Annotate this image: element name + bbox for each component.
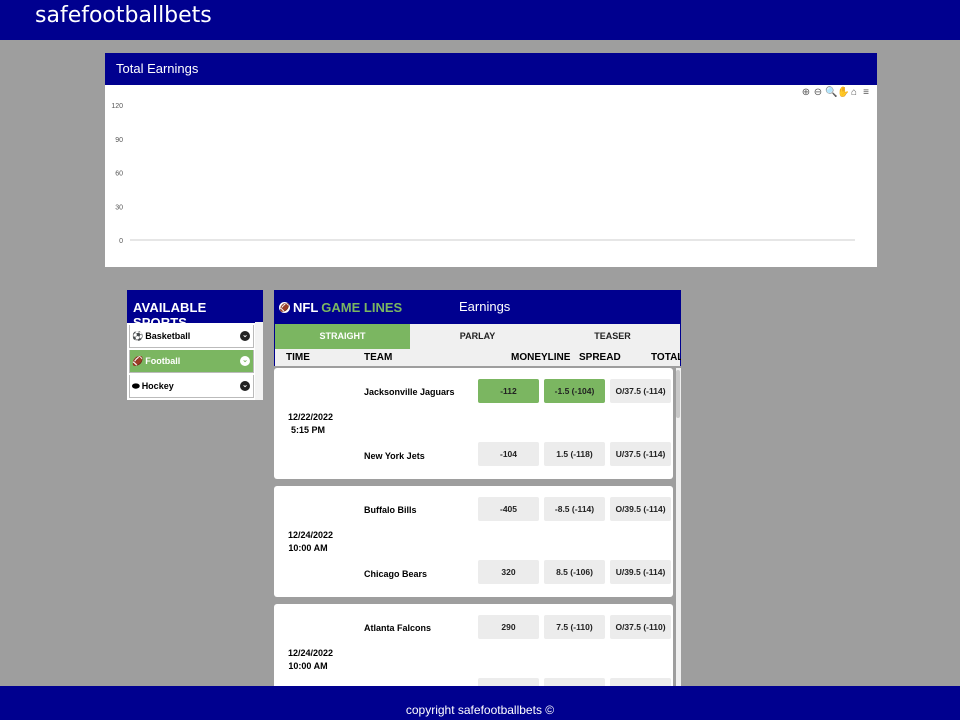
game-time: 5:15 PM bbox=[290, 425, 325, 435]
sport-label: Hockey bbox=[141, 381, 174, 391]
game-lines-header: 🏈 NFL GAME LINES Earnings bbox=[274, 290, 681, 324]
logo-suffix: GAME LINES bbox=[321, 300, 403, 315]
moneyline-button[interactable]: -112 bbox=[478, 379, 539, 403]
total-button[interactable]: O/37.5 (-110) bbox=[610, 615, 671, 639]
game-card: 12/24/2022 10:00 AM Buffalo Bills -405 -… bbox=[274, 486, 673, 597]
tab-parlay[interactable]: PARLAY bbox=[410, 324, 545, 349]
hockey-puck-icon: ⬬ bbox=[132, 380, 140, 391]
nfl-game-lines-panel: 🏈 NFL GAME LINES Earnings STRAIGHT PARLA… bbox=[274, 290, 681, 686]
sport-label: Football bbox=[145, 356, 181, 366]
logo-prefix: NFL bbox=[293, 300, 319, 315]
sport-item-football[interactable]: 🏈 Football ⌄ bbox=[129, 350, 254, 373]
column-headers: TIME TEAM MONEYLINE SPREAD TOTAL bbox=[274, 349, 681, 366]
team-name: Chicago Bears bbox=[364, 569, 428, 579]
y-tick-label: 90 bbox=[115, 137, 123, 144]
tab-straight[interactable]: STRAIGHT bbox=[275, 324, 410, 349]
tab-teaser[interactable]: TEASER bbox=[545, 324, 680, 349]
game-card: 12/22/2022 5:15 PM Jacksonville Jaguars … bbox=[274, 368, 673, 479]
earnings-chart-plot: 120 90 60 30 0 bbox=[111, 103, 855, 245]
sport-item-hockey[interactable]: ⬬ Hockey ⌄ bbox=[129, 375, 254, 398]
team-name: New York Jets bbox=[364, 451, 425, 461]
total-button[interactable]: U/37.5 (-114) bbox=[610, 442, 671, 466]
basketball-icon: ⚽ bbox=[132, 330, 144, 341]
chevron-down-icon: ⌄ bbox=[240, 331, 250, 341]
total-button[interactable]: O/37.5 (-114) bbox=[610, 379, 671, 403]
game-time: 10:00 AM bbox=[288, 661, 328, 671]
y-tick-label: 120 bbox=[111, 103, 123, 110]
y-tick-label: 0 bbox=[119, 238, 123, 245]
game-date: 12/24/2022 bbox=[288, 648, 334, 658]
col-spread: SPREAD bbox=[579, 352, 621, 363]
total-button[interactable]: O/39.5 (-114) bbox=[610, 497, 671, 521]
game-datetime: 12/24/2022 10:00 AM bbox=[288, 529, 334, 555]
moneyline-button[interactable]: -104 bbox=[478, 442, 539, 466]
football-icon: 🏈 bbox=[279, 302, 290, 313]
y-tick-label: 60 bbox=[115, 171, 123, 178]
spread-button[interactable]: 8.5 (-106) bbox=[544, 560, 605, 584]
football-icon: 🏈 bbox=[132, 355, 144, 366]
earnings-chart-card: Total Earnings ⊕ ⊖ 🔍 ✋ ⌂ ≡ 120 90 60 30 0 bbox=[105, 53, 877, 267]
footer: copyright safefootballbets © bbox=[0, 686, 960, 720]
sports-scrollbar[interactable] bbox=[255, 322, 263, 400]
moneyline-button[interactable]: 290 bbox=[478, 615, 539, 639]
sports-title: AVAILABLE SPORTS bbox=[127, 290, 263, 330]
available-sports-panel: AVAILABLE SPORTS ⚽ Basketball ⌄ 🏈 Footba… bbox=[127, 290, 263, 400]
team-name: Jacksonville Jaguars bbox=[364, 387, 455, 397]
bet-type-tabs: STRAIGHT PARLAY TEASER bbox=[274, 324, 681, 349]
earnings-title: Earnings bbox=[459, 299, 511, 314]
chevron-down-icon: ⌄ bbox=[240, 381, 250, 391]
site-brand[interactable]: safefootballbets bbox=[35, 3, 212, 28]
sport-label: Basketball bbox=[145, 331, 191, 341]
team-name: Buffalo Bills bbox=[364, 505, 417, 515]
total-button[interactable] bbox=[610, 678, 671, 686]
moneyline-button[interactable] bbox=[478, 678, 539, 686]
game-date: 12/22/2022 bbox=[288, 412, 334, 422]
moneyline-button[interactable]: -405 bbox=[478, 497, 539, 521]
total-button[interactable]: U/39.5 (-114) bbox=[610, 560, 671, 584]
col-team: TEAM bbox=[364, 352, 393, 363]
col-moneyline: MONEYLINE bbox=[511, 352, 571, 363]
game-lines-scroll-thumb[interactable] bbox=[676, 370, 680, 418]
moneyline-button[interactable]: 320 bbox=[478, 560, 539, 584]
nfl-game-lines-logo: 🏈 NFL GAME LINES bbox=[279, 300, 402, 315]
col-total: TOTAL bbox=[651, 352, 681, 363]
game-card: 12/24/2022 10:00 AM Atlanta Falcons 290 … bbox=[274, 604, 673, 686]
sport-item-basketball[interactable]: ⚽ Basketball ⌄ bbox=[129, 325, 254, 348]
chevron-down-icon: ⌄ bbox=[240, 356, 250, 366]
earnings-chart-title: Total Earnings bbox=[105, 53, 877, 85]
spread-button[interactable]: -8.5 (-114) bbox=[544, 497, 605, 521]
top-nav-bar: safefootballbets bbox=[0, 0, 960, 40]
game-date: 12/24/2022 bbox=[288, 530, 334, 540]
game-datetime: 12/24/2022 10:00 AM bbox=[288, 647, 334, 673]
spread-button[interactable]: 7.5 (-110) bbox=[544, 615, 605, 639]
spread-button[interactable]: 1.5 (-118) bbox=[544, 442, 605, 466]
y-tick-label: 30 bbox=[115, 204, 123, 211]
game-datetime: 12/22/2022 5:15 PM bbox=[288, 411, 334, 437]
spread-button[interactable]: -1.5 (-104) bbox=[544, 379, 605, 403]
spread-button[interactable] bbox=[544, 678, 605, 686]
game-time: 10:00 AM bbox=[288, 543, 328, 553]
copyright-text: copyright safefootballbets © bbox=[405, 703, 555, 717]
team-name: Atlanta Falcons bbox=[364, 623, 432, 633]
col-time: TIME bbox=[286, 352, 310, 363]
